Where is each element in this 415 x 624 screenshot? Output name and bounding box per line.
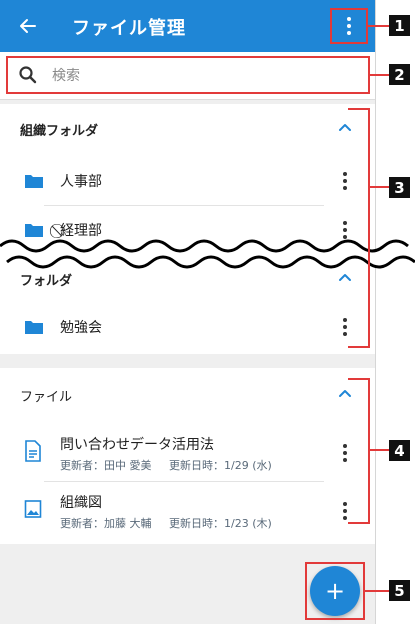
more-dot (343, 179, 347, 183)
section-title: ファイル (20, 390, 73, 405)
image-icon (24, 500, 42, 518)
callout-number-5: 5 (389, 580, 410, 601)
file-updated: 更新日時：1/23 (木) (169, 517, 272, 530)
more-vertical-icon (343, 502, 347, 506)
section-title: 組織フォルダ (20, 124, 99, 139)
more-dot (343, 451, 347, 455)
callout-bracket-top-3 (348, 108, 370, 110)
app-bar: ファイル管理 (0, 0, 375, 52)
file-name: 組織図 (60, 495, 102, 511)
more-dot (343, 458, 347, 462)
org-folder-section: 組織フォルダ 人事部 ⃠経理部 (0, 104, 375, 252)
document-icon (25, 440, 41, 462)
row-more-button[interactable] (336, 169, 354, 193)
back-button[interactable] (14, 12, 42, 40)
callout-line-1 (368, 25, 390, 27)
folder-icon (25, 175, 43, 188)
chevron-up-icon (339, 124, 351, 131)
row-more-button[interactable] (336, 499, 354, 523)
row-more-button[interactable] (336, 441, 354, 465)
file-meta: 更新者：加藤 大輔 更新日時：1/23 (木) (60, 515, 286, 531)
org-folder-header[interactable]: 組織フォルダ (0, 104, 375, 152)
more-dot (343, 516, 347, 520)
more-dot (343, 186, 347, 190)
more-vertical-icon (343, 221, 347, 225)
callout-number-4: 4 (389, 440, 410, 461)
callout-box-5 (305, 562, 365, 620)
callout-bracket-side-3 (368, 108, 370, 348)
more-vertical-icon (343, 444, 347, 448)
file-row[interactable]: 組織図 更新者：加藤 大輔 更新日時：1/23 (木) (0, 482, 375, 540)
more-vertical-icon (343, 172, 347, 176)
folder-row[interactable]: 勉強会 (0, 302, 375, 352)
more-vertical-icon (343, 318, 347, 322)
page-title: ファイル管理 (72, 18, 186, 39)
more-dot (343, 325, 347, 329)
file-updater: 更新者：加藤 大輔 (60, 517, 152, 530)
callout-bracket-bottom-4 (348, 522, 370, 524)
chevron-up-icon (339, 390, 351, 397)
callout-number-1: 1 (389, 15, 410, 36)
folder-name: 人事部 (60, 174, 102, 190)
wave-divider (0, 239, 415, 269)
callout-box-2 (6, 56, 370, 94)
callout-line-2 (370, 74, 390, 76)
file-updater: 更新者：田中 愛美 (60, 459, 152, 472)
arrow-left-icon (20, 19, 36, 33)
row-more-button[interactable] (336, 315, 354, 339)
file-row[interactable]: 問い合わせデータ活用法 更新者：田中 愛美 更新日時：1/29 (水) (0, 424, 375, 482)
callout-box-1 (330, 8, 368, 44)
file-updated: 更新日時：1/29 (水) (169, 459, 272, 472)
folder-icon (25, 321, 43, 334)
file-header[interactable]: ファイル (0, 370, 375, 418)
callout-bracket-side-4 (368, 378, 370, 524)
callout-number-3: 3 (389, 177, 410, 198)
folder-row[interactable]: 人事部 (0, 156, 375, 206)
callout-bracket-top-4 (348, 378, 370, 380)
more-dot (343, 509, 347, 513)
file-name: 問い合わせデータ活用法 (60, 437, 214, 453)
callout-line-4 (368, 449, 390, 451)
file-meta: 更新者：田中 愛美 更新日時：1/29 (水) (60, 457, 286, 473)
more-dot (343, 332, 347, 336)
more-dot (343, 228, 347, 232)
file-section: ファイル 問い合わせデータ活用法 更新者：田中 愛美 更新日時：1/29 (水) (0, 368, 375, 544)
callout-line-5 (365, 590, 389, 592)
callout-number-2: 2 (389, 64, 410, 85)
folder-name: 勉強会 (60, 320, 102, 336)
callout-bracket-bottom-3 (348, 346, 370, 348)
callout-line-3 (368, 186, 390, 188)
